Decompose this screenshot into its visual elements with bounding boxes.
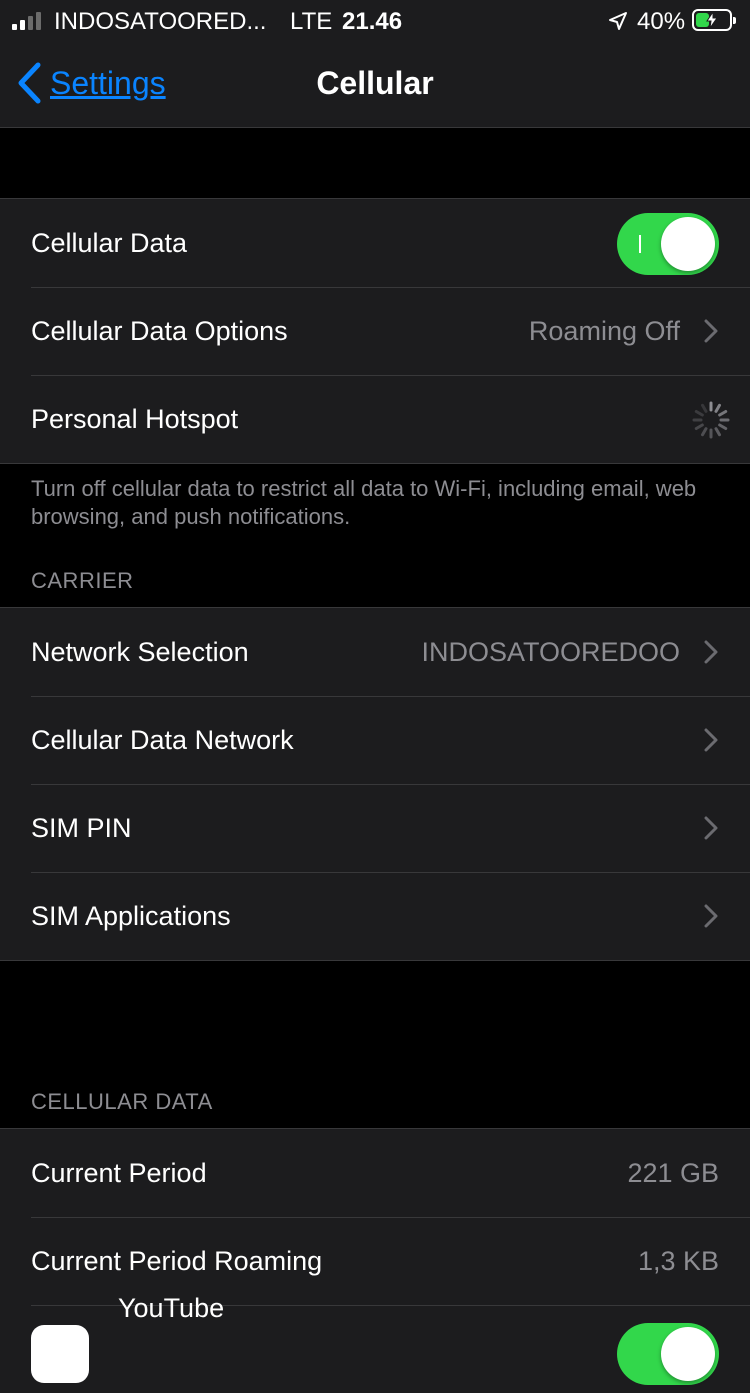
app-name-youtube: YouTube	[118, 1293, 225, 1323]
current-period-roaming-label: Current Period Roaming	[31, 1246, 323, 1276]
loading-spinner-icon	[692, 401, 730, 439]
sim-pin-row[interactable]: SIM PIN	[0, 784, 750, 872]
location-arrow-icon	[609, 12, 627, 30]
carrier-section-header: CARRIER	[31, 568, 134, 593]
cellular-data-footnote: Turn off cellular data to restrict all d…	[31, 476, 697, 529]
battery-percentage: 40%	[637, 8, 686, 35]
cellular-signal-icon	[12, 12, 41, 30]
current-period-value: 221 GB	[627, 1158, 719, 1188]
current-period-row: Current Period 221 GB	[0, 1129, 750, 1217]
network-type: LTE	[290, 8, 333, 35]
cellular-data-row: Cellular Data	[0, 199, 750, 287]
carrier-name: INDOSATOORED...	[54, 8, 267, 35]
page-title: Cellular	[316, 65, 434, 101]
carrier-group: Network Selection INDOSATOOREDOO Cellula…	[0, 607, 750, 961]
cellular-main-group: Cellular Data Cellular Data Options Roam…	[0, 198, 750, 464]
chevron-right-icon	[704, 904, 718, 928]
cellular-data-network-label: Cellular Data Network	[31, 725, 294, 755]
app-row-youtube: YouTube	[0, 1293, 750, 1393]
chevron-right-icon	[704, 728, 718, 752]
current-period-roaming-row: Current Period Roaming 1,3 KB	[0, 1217, 750, 1305]
status-bar: INDOSATOORED... LTE 21.46 40%	[0, 0, 750, 42]
network-selection-row[interactable]: Network Selection INDOSATOOREDOO	[0, 608, 750, 696]
navigation-bar: Settings Cellular	[0, 42, 750, 128]
personal-hotspot-row[interactable]: Personal Hotspot	[0, 375, 750, 463]
personal-hotspot-label: Personal Hotspot	[31, 404, 239, 434]
battery-icon	[692, 9, 736, 31]
sim-applications-row[interactable]: SIM Applications	[0, 872, 750, 960]
youtube-data-toggle[interactable]	[617, 1323, 719, 1385]
cellular-data-label: Cellular Data	[31, 228, 188, 258]
sim-applications-label: SIM Applications	[31, 901, 231, 931]
cellular-data-network-row[interactable]: Cellular Data Network	[0, 696, 750, 784]
status-time: 21.46	[342, 8, 403, 35]
network-selection-value: INDOSATOOREDOO	[421, 637, 680, 667]
chevron-right-icon	[704, 816, 718, 840]
chevron-right-icon	[704, 640, 718, 664]
cellular-data-options-row[interactable]: Cellular Data Options Roaming Off	[0, 287, 750, 375]
current-period-label: Current Period	[31, 1158, 207, 1188]
cellular-data-options-label: Cellular Data Options	[31, 316, 288, 346]
charging-bolt-icon	[706, 12, 718, 28]
cellular-data-options-value: Roaming Off	[528, 316, 680, 346]
cellular-data-toggle[interactable]	[617, 213, 719, 275]
sim-pin-label: SIM PIN	[31, 813, 132, 843]
cellular-data-section-header: CELLULAR DATA	[31, 1089, 213, 1114]
cellular-usage-group: Current Period 221 GB Current Period Roa…	[0, 1128, 750, 1393]
network-selection-label: Network Selection	[31, 637, 249, 667]
current-period-roaming-value: 1,3 KB	[637, 1246, 719, 1276]
chevron-right-icon	[704, 319, 718, 343]
